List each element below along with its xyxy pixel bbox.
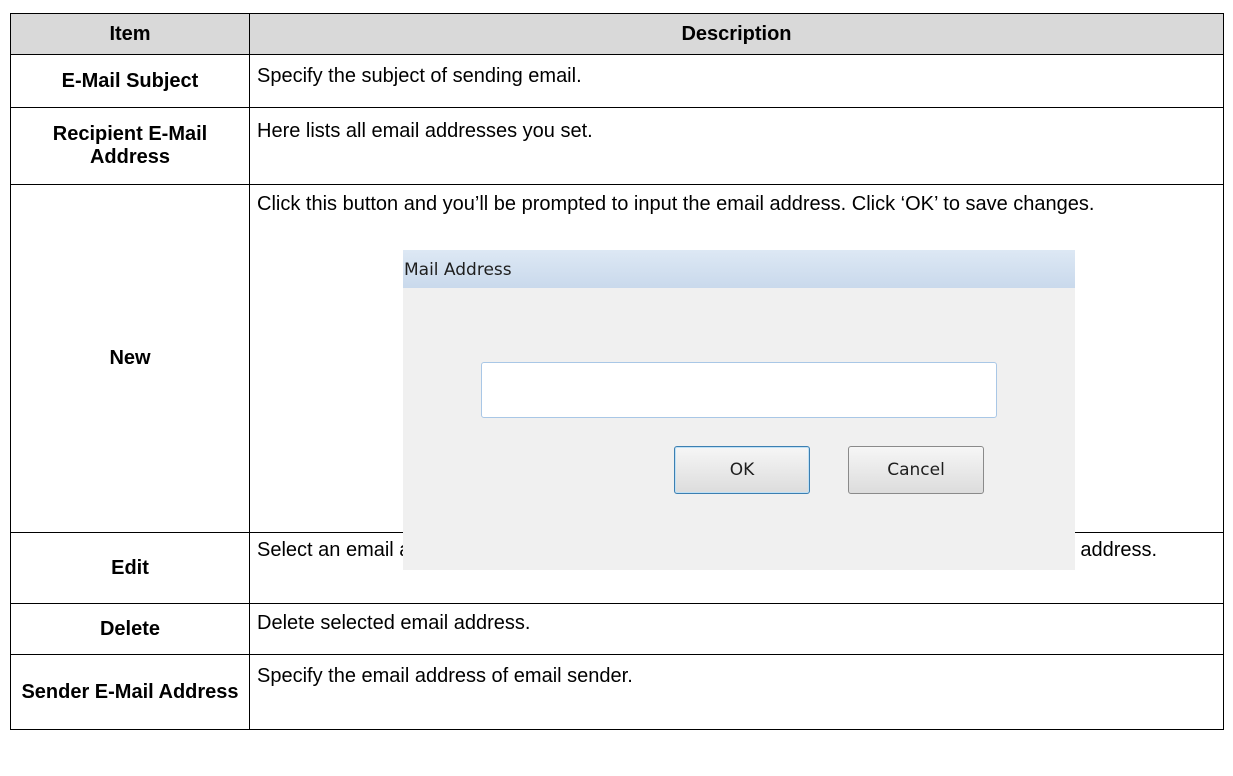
row-description: Specify the email address of email sende… (249, 654, 1224, 730)
table-row: Recipient E-Mail Address Here lists all … (10, 107, 1224, 185)
row-item-delete: Delete (99, 617, 161, 640)
row-item-new: New (109, 347, 151, 369)
mail-address-dialog: Mail Address OK Cancel (403, 250, 1075, 570)
row-item-edit: Edit (111, 556, 149, 579)
row-description: Specify the subject of sending email. (249, 54, 1224, 108)
header-description: Description (249, 13, 1224, 55)
cancel-button[interactable]: Cancel (848, 446, 984, 494)
row-description: Delete selected email address. (249, 603, 1224, 655)
table-row: Sender E-Mail Address Specify the email … (10, 654, 1224, 730)
table-row: E-Mail Subject Specify the subject of se… (10, 54, 1224, 108)
dialog-title: Mail Address (403, 250, 1075, 288)
mail-address-input[interactable] (481, 362, 997, 418)
ok-button[interactable]: OK (674, 446, 810, 494)
row-item-recipient-address: Recipient E-Mail Address (52, 123, 208, 168)
row-item-email-subject: E-Mail Subject (61, 69, 199, 92)
table-row: Delete Delete selected email address. (10, 603, 1224, 655)
table-header-row: Item Description (10, 13, 1224, 55)
header-item: Item (10, 13, 250, 55)
row-item-sender-address: Sender E-Mail Address (21, 680, 239, 703)
row-description: Here lists all email addresses you set. (249, 107, 1224, 185)
